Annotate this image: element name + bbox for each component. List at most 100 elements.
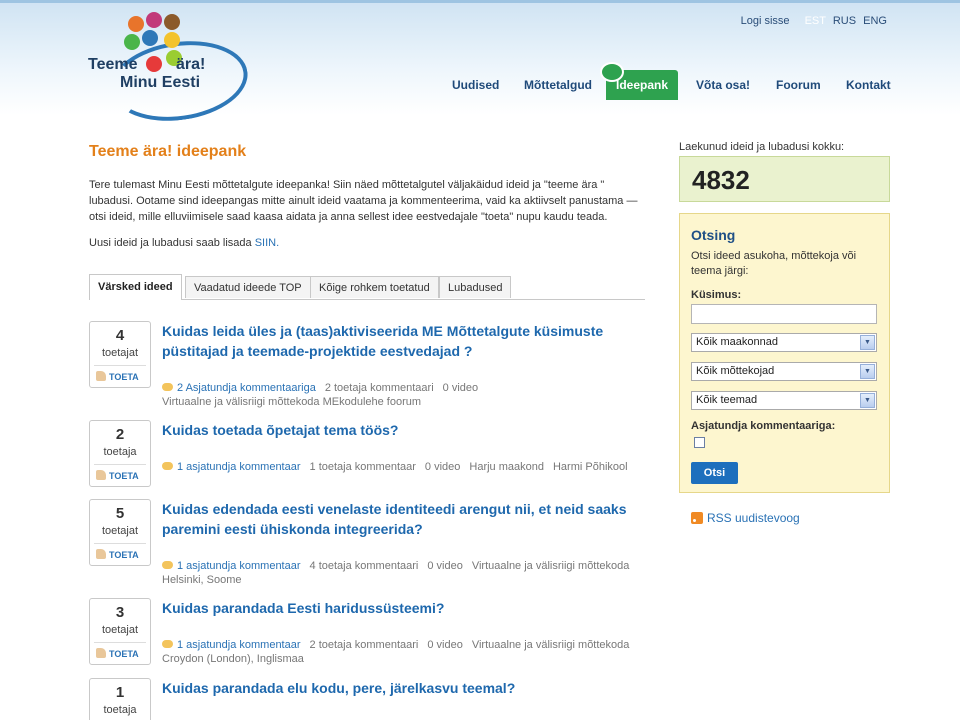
tab-fresh-ideas[interactable]: Värsked ideed: [89, 274, 182, 300]
search-description: Otsi ideed asukoha, mõttekoja või teema …: [691, 250, 857, 277]
idea-meta: 1 asjatundja kommentaar 4 toetaja komment…: [162, 559, 629, 573]
vote-label: toetajat: [101, 525, 139, 537]
idea-location: Croydon (London), Inglismaa: [162, 653, 304, 665]
nav-vota-osa[interactable]: Võta osa!: [696, 78, 750, 92]
support-button[interactable]: TOETA: [96, 470, 139, 481]
comment-bubble-icon: [162, 640, 173, 648]
idea-title-link[interactable]: Kuidas parandada elu kodu, pere, järelka…: [162, 678, 642, 698]
total-count-value: 4832: [692, 165, 750, 195]
thumbs-up-icon: [96, 648, 106, 658]
expert-comments-link[interactable]: 1 asjatundja kommentaar: [177, 461, 301, 473]
idea-thinktank: Virtuaalne ja välisriigi mõttekoda: [471, 639, 630, 651]
tab-top-viewed[interactable]: Vaadatud ideede TOP: [185, 276, 311, 298]
search-panel: Otsing Otsi ideed asukoha, mõttekoja või…: [679, 213, 890, 493]
add-idea-link[interactable]: SIIN.: [255, 237, 279, 249]
support-label: TOETA: [109, 471, 139, 481]
vote-label: toetaja: [103, 446, 137, 458]
vote-divider: [94, 365, 146, 366]
idea-title-link[interactable]: Kuidas parandada Eesti haridussüsteemi?: [162, 598, 642, 618]
tab-promises[interactable]: Lubadused: [439, 276, 512, 298]
lang-est[interactable]: EST: [805, 15, 826, 27]
search-button[interactable]: Otsi: [691, 462, 738, 484]
page-title: Teeme ära! ideepank: [89, 143, 247, 160]
idea-title-link[interactable]: Kuidas leida üles ja (taas)aktiviseerida…: [162, 321, 642, 361]
main-nav: Uudised Mõttetalgud Ideepank Võta osa! F…: [0, 70, 960, 106]
logo-face-icon: [142, 30, 158, 46]
supporter-comments: 4 toetaja kommentaari: [309, 560, 419, 572]
chevron-down-icon: ▼: [860, 364, 875, 379]
idea-meta: 2 Asjatundja kommentaariga 2 toetaja komm…: [162, 381, 478, 395]
thumbs-up-icon: [96, 549, 106, 559]
vote-divider: [94, 464, 146, 465]
support-button[interactable]: TOETA: [96, 549, 139, 560]
idea-title-link[interactable]: Kuidas toetada õpetajat tema töös?: [162, 420, 642, 440]
thinktank-select-value: Kõik mõttekojad: [696, 365, 775, 377]
support-button[interactable]: TOETA: [96, 648, 139, 659]
topic-select[interactable]: Kõik teemad ▼: [691, 391, 877, 410]
rss-label: RSS uudistevoog: [707, 511, 800, 525]
thinktank-select[interactable]: Kõik mõttekojad ▼: [691, 362, 877, 381]
vote-count: 2: [115, 426, 125, 443]
nav-uudised[interactable]: Uudised: [452, 78, 499, 92]
vote-divider: [94, 543, 146, 544]
county-select-value: Kõik maakonnad: [696, 336, 778, 348]
expert-comments-link[interactable]: 2 Asjatundja kommentaariga: [177, 382, 316, 394]
expert-filter-label: Asjatundja kommentaariga:: [691, 420, 836, 432]
idea-meta: 1 asjatundja kommentaar 2 toetaja komment…: [162, 638, 629, 652]
total-count-label: Laekunud ideid ja lubadusi kokku:: [679, 141, 845, 153]
idea-tabs: Värsked ideed Vaadatud ideede TOP Kõige …: [89, 274, 645, 300]
chevron-down-icon: ▼: [860, 393, 875, 408]
expert-filter-checkbox[interactable]: [694, 437, 705, 448]
idea-meta: 1 asjatundja kommentaar 1 toetaja komment…: [162, 460, 628, 474]
vote-box: 1 toetaja: [89, 678, 151, 720]
question-input[interactable]: [691, 304, 877, 324]
expert-comments-link[interactable]: 1 asjatundja kommentaar: [177, 560, 301, 572]
question-label: Küsimus:: [691, 289, 742, 301]
vote-box: 3 toetajat TOETA: [89, 598, 151, 665]
expert-comments-link[interactable]: 1 asjatundja kommentaar: [177, 639, 301, 651]
supporter-comments: 1 toetaja kommentaar: [309, 461, 416, 473]
add-idea-text: Uusi ideid ja lubadusi saab lisada: [89, 237, 255, 249]
chevron-down-icon: ▼: [860, 335, 875, 350]
vote-divider: [94, 642, 146, 643]
logo-face-icon: [164, 14, 180, 30]
support-button[interactable]: TOETA: [96, 371, 139, 382]
county-select[interactable]: Kõik maakonnad ▼: [691, 333, 877, 352]
nav-foorum[interactable]: Foorum: [776, 78, 821, 92]
vote-count: 5: [115, 505, 125, 522]
top-border: [0, 0, 960, 3]
idea-place: Harmi Põhikool: [552, 461, 628, 473]
comment-bubble-icon: [162, 561, 173, 569]
nav-kontakt[interactable]: Kontakt: [846, 78, 891, 92]
vote-count: 4: [115, 327, 125, 344]
idea-title-link[interactable]: Kuidas edendada eesti venelaste identite…: [162, 499, 642, 539]
idea-item: 1 toetaja Kuidas parandada elu kodu, per…: [89, 678, 645, 720]
idea-location: Helsinki, Soome: [162, 574, 242, 586]
logo-face-icon: [128, 16, 144, 32]
comment-bubble-icon: [162, 462, 173, 470]
vote-label: toetajat: [101, 347, 139, 359]
vote-count: 3: [115, 604, 125, 621]
thumbs-up-icon: [96, 371, 106, 381]
video-count: 0 video: [427, 560, 463, 572]
idea-county: Harju maakond: [469, 461, 544, 473]
comment-bubble-icon: [162, 383, 173, 391]
rss-icon: [691, 512, 703, 524]
nav-mottetalgud[interactable]: Mõttetalgud: [524, 78, 592, 92]
lang-rus[interactable]: RUS: [833, 15, 856, 27]
login-link[interactable]: Logi sisse: [741, 15, 790, 27]
vote-box: 4 toetajat TOETA: [89, 321, 151, 388]
support-label: TOETA: [109, 550, 139, 560]
idea-thinktank: Virtuaalne ja välisriigi mõttekoda: [471, 560, 630, 572]
rss-link[interactable]: RSS uudistevoog: [691, 511, 800, 525]
total-count-box: 4832: [679, 156, 890, 202]
supporter-comments: 2 toetaja kommentaari: [324, 382, 434, 394]
tab-most-supported[interactable]: Kõige rohkem toetatud: [310, 276, 439, 298]
lang-eng[interactable]: ENG: [863, 15, 887, 27]
support-label: TOETA: [109, 372, 139, 382]
vote-count: 1: [115, 684, 125, 701]
topic-select-value: Kõik teemad: [696, 394, 758, 406]
vote-box: 2 toetaja TOETA: [89, 420, 151, 487]
video-count: 0 video: [442, 382, 479, 394]
logo-face-icon: [164, 32, 180, 48]
